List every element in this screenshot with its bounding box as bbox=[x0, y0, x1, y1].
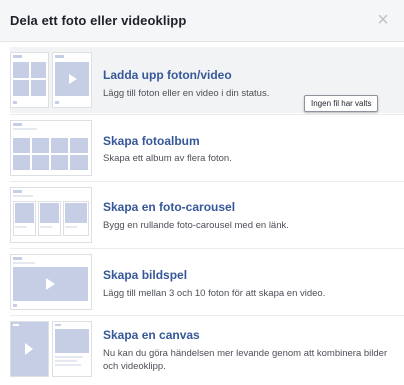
option-title: Ladda upp foton/video bbox=[103, 68, 232, 82]
option-create-photo-carousel[interactable]: Skapa en foto-carousel Bygg en rullande … bbox=[10, 182, 404, 248]
close-icon[interactable]: × bbox=[372, 9, 394, 31]
option-description: Bygg en rullande foto-carousel med en lä… bbox=[103, 220, 289, 231]
photo-album-thumbnail-icon bbox=[10, 120, 92, 176]
no-file-selected-tooltip: Ingen fil har valts bbox=[304, 95, 379, 112]
option-create-photo-album[interactable]: Skapa fotoalbum Skapa ett album av flera… bbox=[10, 115, 404, 181]
canvas-thumbnail-icon bbox=[10, 321, 92, 377]
upload-photo-video-thumbnail-icon bbox=[10, 52, 92, 108]
option-title: Skapa en canvas bbox=[103, 328, 200, 342]
option-title: Skapa fotoalbum bbox=[103, 134, 200, 148]
share-photo-video-dialog: Dela ett foto eller videoklipp × Ladda u… bbox=[0, 0, 404, 385]
slideshow-thumbnail-icon bbox=[10, 254, 92, 310]
photo-carousel-thumbnail-icon bbox=[10, 187, 92, 243]
option-title: Skapa bildspel bbox=[103, 268, 188, 282]
option-title: Skapa en foto-carousel bbox=[103, 200, 236, 214]
option-description: Skapa ett album av flera foton. bbox=[103, 153, 232, 164]
option-create-canvas[interactable]: Skapa en canvas Nu kan du göra händelsen… bbox=[10, 316, 404, 382]
option-description: Lägg till mellan 3 och 10 foton för att … bbox=[103, 288, 326, 299]
dialog-header: Dela ett foto eller videoklipp × bbox=[0, 0, 404, 42]
option-description: Nu kan du göra händelsen mer levande gen… bbox=[103, 348, 388, 372]
option-create-slideshow[interactable]: Skapa bildspel Lägg till mellan 3 och 10… bbox=[10, 249, 404, 315]
dialog-title: Dela ett foto eller videoklipp bbox=[10, 13, 187, 28]
